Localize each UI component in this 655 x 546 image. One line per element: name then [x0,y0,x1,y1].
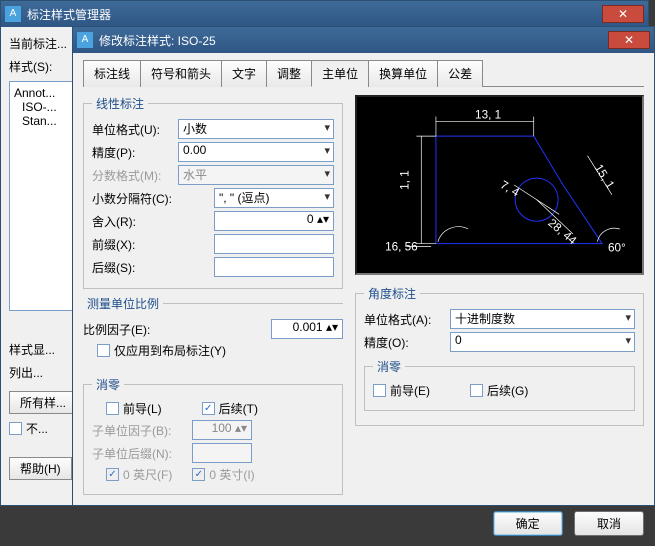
trailing-label: 后续(T) [219,400,258,417]
checkbox[interactable] [9,422,22,435]
scale-factor-label: 比例因子(E): [83,321,183,338]
tab-strip: 标注线 符号和箭头 文字 调整 主单位 换算单位 公差 [83,59,644,87]
inch-checkbox [192,468,205,481]
tab-arrows[interactable]: 符号和箭头 [140,60,222,87]
angle-trailing-label: 后续(G) [487,382,528,399]
round-input[interactable]: 0 ▴▾ [214,211,334,231]
angle-group: 角度标注 单位格式(A):十进制度数 精度(O):0 消零 前导(E) 后续(G… [355,285,644,426]
tab-alt-units[interactable]: 换算单位 [368,60,438,87]
close-icon[interactable]: ✕ [602,5,644,23]
svg-text:16, 56: 16, 56 [385,241,418,254]
ok-button[interactable]: 确定 [493,511,563,536]
zero-a-legend: 消零 [373,358,405,375]
help-button[interactable]: 帮助(H) [9,457,72,480]
svg-text:1, 1: 1, 1 [399,170,412,190]
close-icon[interactable]: ✕ [608,31,650,49]
svg-text:7, 4: 7, 4 [498,178,522,199]
linear-group: 线性标注 单位格式(U):小数 精度(P):0.00 分数格式(M):水平 小数… [83,95,343,289]
sub-suffix-label: 子单位后缀(N): [92,445,192,462]
tab-fit[interactable]: 调整 [266,60,312,87]
angle-trailing-checkbox[interactable] [470,384,483,397]
suffix-input[interactable] [214,257,334,277]
fraction-select: 水平 [178,165,334,185]
zero-suppression-linear: 消零 前导(L) 后续(T) 子单位因子(B):100 ▴▾ 子单位后缀(N):… [83,376,343,495]
front-title: 修改标注样式: ISO-25 [99,32,608,49]
angle-leading-label: 前导(E) [390,382,430,399]
tab-dimlines[interactable]: 标注线 [83,60,141,87]
cancel-button[interactable]: 取消 [574,511,644,536]
leading-label: 前导(L) [123,400,162,417]
tab-text[interactable]: 文字 [221,60,267,87]
app-icon: A [5,6,21,22]
prefix-label: 前缀(X): [92,236,178,253]
scale-group: 测量单位比例 比例因子(E): 0.001 ▴▾ 仅应用到布局标注(Y) [83,295,343,370]
tab-primary-units[interactable]: 主单位 [311,60,369,87]
zero-l-legend: 消零 [92,376,124,393]
zero-suppression-angular: 消零 前导(E) 后续(G) [364,358,635,411]
no-label: 不... [26,422,48,436]
sub-factor-input: 100 ▴▾ [192,420,252,440]
preview-pane: 13, 1 1, 1 7, 4 28, 44 16, 56 60° 15, 1 [355,95,644,275]
leading-checkbox[interactable] [106,402,119,415]
prefix-input[interactable] [214,234,334,254]
angle-leading-checkbox[interactable] [373,384,386,397]
svg-text:60°: 60° [608,241,626,254]
back-title: 标注样式管理器 [27,6,602,23]
back-titlebar: A 标注样式管理器 ✕ [1,1,648,27]
front-titlebar: A 修改标注样式: ISO-25 ✕ [73,27,654,53]
scale-factor-input[interactable]: 0.001 ▴▾ [271,319,343,339]
scale-legend: 测量单位比例 [83,295,163,312]
tab-tolerance[interactable]: 公差 [437,60,483,87]
decimal-sep-select[interactable]: ", " (逗点) [214,188,334,208]
sub-factor-label: 子单位因子(B): [92,422,192,439]
precision-select[interactable]: 0.00 [178,142,334,162]
fraction-label: 分数格式(M): [92,167,178,184]
suffix-label: 后缀(S): [92,259,178,276]
unit-format-select[interactable]: 小数 [178,119,334,139]
all-styles-button[interactable]: 所有样... [9,391,77,414]
angle-format-label: 单位格式(A): [364,311,450,328]
unit-format-label: 单位格式(U): [92,121,178,138]
dialog-buttons: 确定 取消 [83,501,644,536]
svg-text:28, 44: 28, 44 [545,216,579,247]
app-icon: A [77,32,93,48]
angle-precision-select[interactable]: 0 [450,332,635,352]
decimal-sep-label: 小数分隔符(C): [92,190,178,207]
feet-checkbox [106,468,119,481]
linear-legend: 线性标注 [92,95,148,112]
angle-format-select[interactable]: 十进制度数 [450,309,635,329]
inch-label: 0 英寸(I) [209,466,254,483]
angle-precision-label: 精度(O): [364,334,450,351]
round-label: 舍入(R): [92,213,178,230]
trailing-checkbox[interactable] [202,402,215,415]
layout-only-checkbox[interactable] [97,344,110,357]
angle-legend: 角度标注 [364,285,420,302]
precision-label: 精度(P): [92,144,178,161]
layout-only-label: 仅应用到布局标注(Y) [114,342,226,359]
svg-text:13, 1: 13, 1 [475,109,501,122]
sub-suffix-input [192,443,252,463]
feet-label: 0 英尺(F) [123,466,172,483]
svg-text:15, 1: 15, 1 [592,162,617,191]
